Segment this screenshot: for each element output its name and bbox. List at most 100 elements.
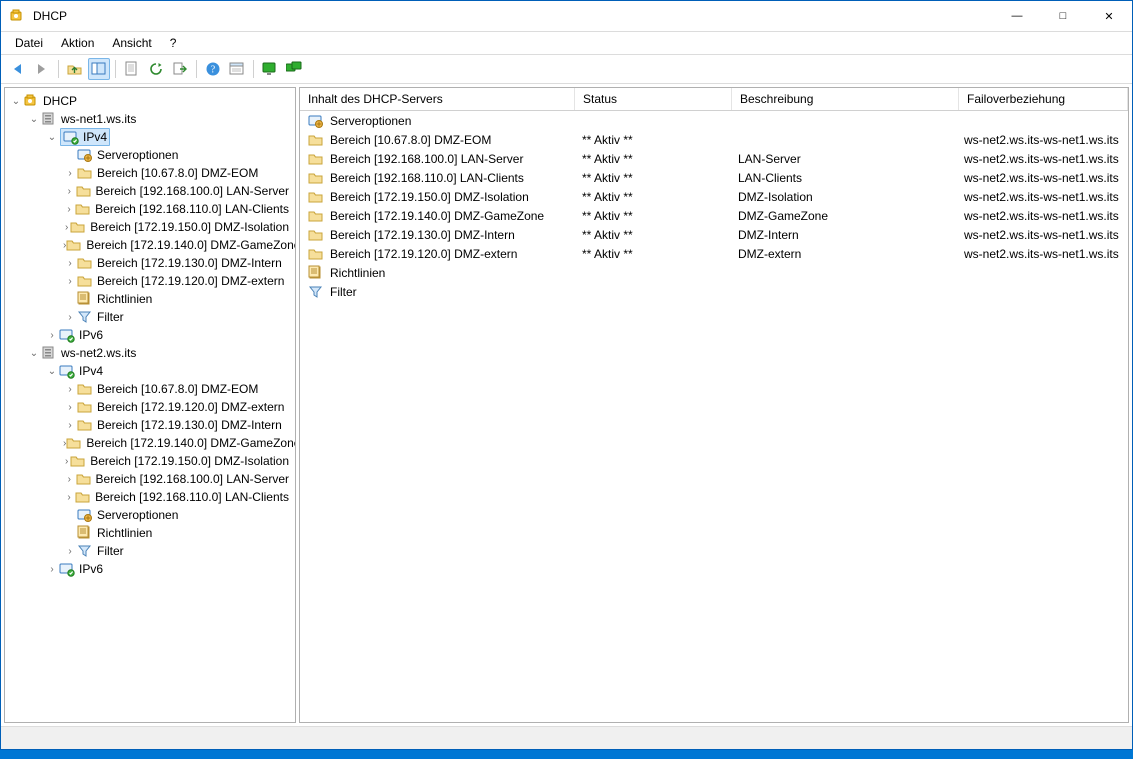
col-status[interactable]: Status	[575, 88, 732, 110]
expand-toggle[interactable]: ⌄	[9, 96, 23, 107]
tree-ipv4[interactable]: ⌄IPv4	[5, 128, 295, 146]
cell-name: Bereich [192.168.110.0] LAN-Clients	[330, 171, 524, 185]
close-button[interactable]: ✕	[1086, 1, 1132, 31]
minimize-button[interactable]: —	[994, 1, 1040, 31]
expand-toggle[interactable]: ›	[63, 258, 77, 269]
expand-toggle[interactable]: ›	[63, 312, 77, 323]
tree-scope[interactable]: ›Bereich [10.67.8.0] DMZ-EOM	[5, 380, 295, 398]
expand-toggle[interactable]: ›	[63, 492, 75, 503]
help-button[interactable]	[202, 58, 224, 80]
tree-item-label: Filter	[95, 310, 124, 324]
expand-toggle[interactable]: ›	[63, 546, 77, 557]
expand-toggle[interactable]: ›	[63, 474, 76, 485]
tree-scope[interactable]: ›Bereich [172.19.140.0] DMZ-GameZone	[5, 236, 295, 254]
tree-serveroptions[interactable]: ▸Serveroptionen	[5, 146, 295, 164]
menu-file[interactable]: Datei	[7, 34, 51, 52]
tree-filter[interactable]: › Filter	[5, 308, 295, 326]
expand-toggle[interactable]: ›	[63, 222, 70, 233]
tree-item-label: Bereich [10.67.8.0] DMZ-EOM	[95, 166, 258, 180]
cell-status: ** Aktiv **	[582, 228, 633, 242]
expand-toggle[interactable]: ›	[45, 330, 59, 341]
nav-back-button[interactable]	[7, 58, 29, 80]
expand-toggle[interactable]: ⌄	[45, 132, 59, 143]
expand-toggle[interactable]: ›	[63, 276, 77, 287]
maximize-button[interactable]: □	[1040, 1, 1086, 31]
tree-scope[interactable]: ›Bereich [172.19.130.0] DMZ-Intern	[5, 416, 295, 434]
folder-icon	[308, 132, 324, 148]
cell-name: Richtlinien	[330, 266, 385, 280]
expand-toggle[interactable]: ⌄	[45, 366, 59, 377]
tree-policies[interactable]: ▸Richtlinien	[5, 290, 295, 308]
toolbar-separator	[115, 60, 116, 78]
tree-policies[interactable]: ▸Richtlinien	[5, 524, 295, 542]
tree-scope[interactable]: ›Bereich [172.19.150.0] DMZ-Isolation	[5, 218, 295, 236]
add-server-button[interactable]	[259, 58, 281, 80]
list-row[interactable]: Bereich [10.67.8.0] DMZ-EOM** Aktiv **ws…	[300, 130, 1128, 149]
list-row[interactable]: Bereich [192.168.100.0] LAN-Server** Akt…	[300, 149, 1128, 168]
tree-pane[interactable]: ⌄DHCP⌄ws-net1.ws.its⌄IPv4▸Serveroptionen…	[4, 87, 296, 723]
up-level-button[interactable]	[64, 58, 86, 80]
tree-serveroptions[interactable]: ▸Serveroptionen	[5, 506, 295, 524]
tree-scope[interactable]: ›Bereich [192.168.100.0] LAN-Server	[5, 470, 295, 488]
list-row[interactable]: Serveroptionen	[300, 111, 1128, 130]
options-button[interactable]	[226, 58, 248, 80]
properties-button[interactable]	[121, 58, 143, 80]
title-bar: DHCP — □ ✕	[1, 1, 1132, 32]
list-row[interactable]: Bereich [172.19.150.0] DMZ-Isolation** A…	[300, 187, 1128, 206]
tree-ipv4[interactable]: ⌄IPv4	[5, 362, 295, 380]
tree-scope[interactable]: ›Bereich [192.168.100.0] LAN-Server	[5, 182, 295, 200]
export-list-button[interactable]	[169, 58, 191, 80]
folder-icon	[77, 399, 93, 415]
cell-name: Bereich [172.19.130.0] DMZ-Intern	[330, 228, 515, 242]
tree-root[interactable]: ⌄DHCP	[5, 92, 295, 110]
col-description[interactable]: Beschreibung	[732, 88, 959, 110]
tree-ipv6[interactable]: ›IPv6	[5, 560, 295, 578]
expand-toggle[interactable]: ›	[63, 402, 77, 413]
tree-scope[interactable]: ›Bereich [192.168.110.0] LAN-Clients	[5, 488, 295, 506]
expand-toggle[interactable]: ›	[45, 564, 59, 575]
toggle-tree-button[interactable]	[88, 58, 110, 80]
tree-scope[interactable]: ›Bereich [172.19.120.0] DMZ-extern	[5, 398, 295, 416]
expand-toggle[interactable]: ›	[63, 204, 75, 215]
list-row[interactable]: Bereich [172.19.140.0] DMZ-GameZone** Ak…	[300, 206, 1128, 225]
tree-scope[interactable]: ›Bereich [172.19.120.0] DMZ-extern	[5, 272, 295, 290]
manage-servers-button[interactable]	[283, 58, 305, 80]
tree-scope[interactable]: ›Bereich [192.168.110.0] LAN-Clients	[5, 200, 295, 218]
tree-item-label: Bereich [172.19.140.0] DMZ-GameZone	[84, 436, 296, 450]
list-row[interactable]: Filter	[300, 282, 1128, 301]
tree-filter[interactable]: ›Filter	[5, 542, 295, 560]
list-row[interactable]: Richtlinien	[300, 263, 1128, 282]
tree-server[interactable]: ⌄ws-net2.ws.its	[5, 344, 295, 362]
menu-action[interactable]: Aktion	[53, 34, 102, 52]
tree-server[interactable]: ⌄ws-net1.ws.its	[5, 110, 295, 128]
tree-scope[interactable]: ›Bereich [172.19.150.0] DMZ-Isolation	[5, 452, 295, 470]
expand-toggle[interactable]: ›	[63, 456, 70, 467]
list-row[interactable]: Bereich [172.19.120.0] DMZ-extern** Akti…	[300, 244, 1128, 263]
expand-toggle[interactable]: ›	[63, 420, 77, 431]
list-row[interactable]: Bereich [192.168.110.0] LAN-Clients ** Ak…	[300, 168, 1128, 187]
menu-view[interactable]: Ansicht	[104, 34, 159, 52]
filter-icon	[308, 284, 324, 300]
cell-name: Bereich [10.67.8.0] DMZ-EOM	[330, 133, 491, 147]
col-failover[interactable]: Failoverbeziehung	[959, 88, 1128, 110]
list-row[interactable]: Bereich [172.19.130.0] DMZ-Intern ** Akti…	[300, 225, 1128, 244]
menu-bar: Datei Aktion Ansicht ?	[1, 32, 1132, 55]
expand-toggle[interactable]: ›	[63, 186, 76, 197]
folder-icon	[77, 381, 93, 397]
refresh-button[interactable]	[145, 58, 167, 80]
expand-toggle[interactable]: ⌄	[27, 348, 41, 359]
menu-help[interactable]: ?	[162, 34, 185, 52]
tree-scope[interactable]: ›Bereich [172.19.130.0] DMZ-Intern	[5, 254, 295, 272]
list-pane[interactable]: Inhalt des DHCP-Servers Status Beschreib…	[299, 87, 1129, 723]
tree-scope[interactable]: ›Bereich [172.19.140.0] DMZ-GameZone	[5, 434, 295, 452]
folder-icon	[75, 489, 91, 505]
cell-failover: ws-net2.ws.its-ws-net1.ws.its	[964, 228, 1119, 242]
expand-toggle[interactable]: ›	[63, 168, 77, 179]
tree-ipv6[interactable]: ›IPv6	[5, 326, 295, 344]
cell-status: ** Aktiv **	[582, 171, 633, 185]
tree-scope[interactable]: › Bereich [10.67.8.0] DMZ-EOM	[5, 164, 295, 182]
expand-toggle[interactable]: ›	[63, 384, 77, 395]
nav-forward-button[interactable]	[31, 58, 53, 80]
expand-toggle[interactable]: ⌄	[27, 114, 41, 125]
col-contents[interactable]: Inhalt des DHCP-Servers	[300, 88, 575, 110]
